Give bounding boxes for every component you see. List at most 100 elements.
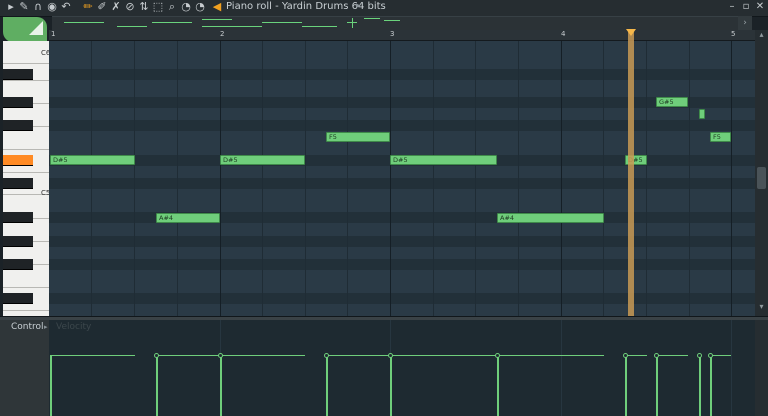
- speaker-icon[interactable]: ◀: [211, 1, 223, 13]
- window-title: Piano roll - Yardin Drums 64 bits: [226, 1, 386, 12]
- beat-line: [603, 41, 604, 316]
- select-icon[interactable]: ⬚: [152, 1, 164, 13]
- velocity-bar[interactable]: [656, 355, 658, 416]
- velocity-bar[interactable]: [625, 355, 627, 416]
- restore-button[interactable]: ▫: [740, 1, 752, 13]
- black-key[interactable]: [3, 178, 33, 189]
- control-parameter-label: Velocity: [56, 322, 92, 332]
- note-label: G#5: [659, 98, 674, 106]
- velocity-bar[interactable]: [156, 355, 158, 416]
- velocity-handle[interactable]: [495, 353, 500, 358]
- playhead-marker-icon[interactable]: [626, 29, 636, 36]
- overview-note: [262, 22, 302, 23]
- close-button[interactable]: ✕: [754, 1, 766, 13]
- note[interactable]: F5: [326, 132, 390, 142]
- grid-row-dark: [49, 212, 755, 224]
- black-key[interactable]: [3, 69, 33, 80]
- note-label: F5: [329, 133, 337, 141]
- note[interactable]: F5: [710, 132, 731, 142]
- overview-note: [152, 22, 192, 23]
- velocity-handle[interactable]: [324, 353, 329, 358]
- scrollbar-thumb[interactable]: [757, 167, 766, 189]
- black-key[interactable]: [3, 236, 33, 247]
- velocity-bar[interactable]: [497, 355, 499, 416]
- black-key-active[interactable]: [3, 155, 33, 166]
- control-side-panel: [0, 320, 49, 416]
- velocity-handle[interactable]: [218, 353, 223, 358]
- velocity-lane[interactable]: [49, 320, 755, 416]
- velocity-tail: [220, 355, 305, 356]
- black-key[interactable]: [3, 259, 33, 270]
- velocity-handle[interactable]: [654, 353, 659, 358]
- black-key[interactable]: [3, 120, 33, 131]
- velocity-tail: [156, 355, 220, 356]
- bar-number: 4: [561, 30, 566, 38]
- pattern-overview[interactable]: [52, 16, 752, 31]
- arrow-menu-icon[interactable]: ▸: [5, 1, 17, 13]
- overview-note: [364, 18, 380, 19]
- title-menu-arrow[interactable]: ▸: [356, 1, 361, 11]
- wrench-icon[interactable]: ✎: [18, 1, 30, 13]
- paint-brush-icon[interactable]: ✐: [96, 1, 108, 13]
- undo-icon[interactable]: ↶: [60, 1, 72, 13]
- black-key[interactable]: [3, 97, 33, 108]
- beat-line: [347, 41, 348, 316]
- velocity-bar[interactable]: [699, 355, 701, 416]
- bar-line: [731, 320, 732, 416]
- playhead[interactable]: [626, 30, 636, 316]
- tool-corner-button[interactable]: [3, 17, 47, 42]
- velocity-bar[interactable]: [390, 355, 392, 416]
- control-scrollbar[interactable]: [755, 320, 768, 416]
- black-key[interactable]: [3, 212, 33, 223]
- bar-line: [731, 41, 732, 316]
- velocity-handle[interactable]: [697, 353, 702, 358]
- zoom-icon[interactable]: ⌕: [166, 1, 178, 13]
- mute-icon[interactable]: ⊘: [124, 1, 136, 13]
- overview-note: [302, 26, 337, 27]
- overview-note: [64, 22, 104, 23]
- minimize-button[interactable]: –: [726, 1, 738, 13]
- velocity-handle[interactable]: [708, 353, 713, 358]
- note[interactable]: [699, 109, 705, 119]
- scroll-up-icon[interactable]: ▴: [755, 30, 768, 39]
- key-divider: [3, 80, 49, 81]
- black-key[interactable]: [3, 293, 33, 304]
- beat-line: [305, 41, 306, 316]
- velocity-bar[interactable]: [50, 355, 52, 416]
- control-menu-arrow-icon[interactable]: ▸: [44, 323, 48, 331]
- slice-icon[interactable]: ⇅: [138, 1, 150, 13]
- velocity-handle[interactable]: [623, 353, 628, 358]
- note[interactable]: D#5: [390, 155, 497, 165]
- key-divider: [3, 172, 49, 173]
- overview-note: [384, 20, 400, 21]
- pencil-icon[interactable]: ✏: [82, 1, 94, 13]
- note[interactable]: A#4: [156, 213, 220, 223]
- playback-icon[interactable]: ◔: [180, 1, 192, 13]
- velocity-handle[interactable]: [388, 353, 393, 358]
- bar-number: 2: [220, 30, 225, 38]
- corner-triangle-icon: [29, 21, 43, 35]
- scroll-down-icon[interactable]: ▾: [755, 302, 768, 311]
- bar-ruler[interactable]: 1 2 3 4 5: [49, 30, 755, 41]
- magnet-icon[interactable]: ∩: [32, 1, 44, 13]
- velocity-tail: [497, 355, 604, 356]
- note-label: D#5: [53, 156, 68, 164]
- note[interactable]: G#5: [656, 97, 688, 107]
- note[interactable]: D#5: [50, 155, 135, 165]
- velocity-handle[interactable]: [154, 353, 159, 358]
- velocity-bar[interactable]: [220, 355, 222, 416]
- vertical-scrollbar[interactable]: ▴ ▾: [755, 30, 768, 316]
- overview-note: [117, 26, 147, 27]
- control-selector[interactable]: Control: [11, 322, 44, 332]
- delete-icon[interactable]: ✗: [110, 1, 122, 13]
- record-icon[interactable]: ◉: [46, 1, 58, 13]
- note[interactable]: A#4: [497, 213, 604, 223]
- velocity-bar[interactable]: [326, 355, 328, 416]
- piano-keyboard[interactable]: C6 C5: [3, 41, 49, 316]
- control-header: Control ▸ Velocity: [0, 320, 768, 334]
- zoom-out-icon[interactable]: ◔: [194, 1, 206, 13]
- overview-right-button[interactable]: ›: [738, 16, 752, 30]
- note[interactable]: D#5: [220, 155, 305, 165]
- note-grid[interactable]: D#5 A#4 D#5 F5 D#5 A#4 D#5 G#5 F5: [49, 41, 755, 316]
- velocity-bar[interactable]: [710, 355, 712, 416]
